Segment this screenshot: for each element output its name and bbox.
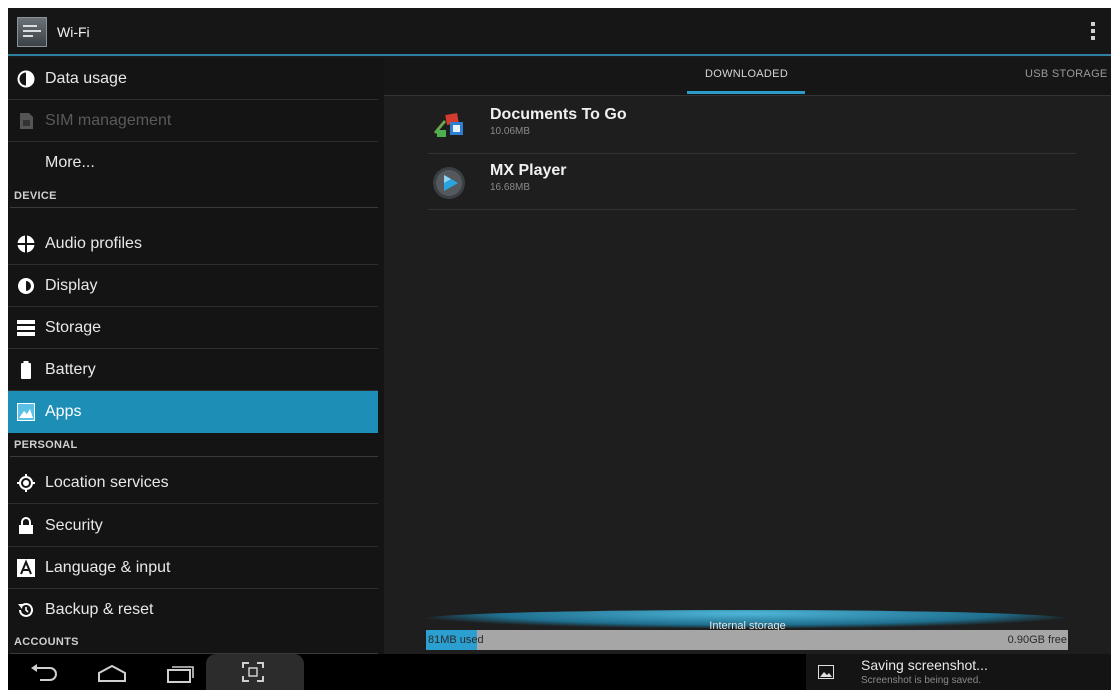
screenshot-notification[interactable]: Saving screenshot... Screenshot is being… (806, 654, 1111, 690)
section-header-label: DEVICE (14, 190, 57, 202)
sidebar-item-sim-management: SIM management (8, 100, 378, 142)
apps-icon (17, 403, 35, 421)
sidebar-item-label: More... (45, 154, 95, 171)
home-icon[interactable] (96, 662, 128, 684)
storage-used-text: 81MB used (428, 634, 484, 646)
app-list-item-mx-player[interactable]: MX Player 16.68MB (428, 154, 1076, 210)
image-icon (818, 665, 834, 679)
settings-sidebar: Data usage SIM management More... DEVICE… (8, 58, 384, 654)
storage-icon (17, 320, 35, 336)
sidebar-item-data-usage[interactable]: Data usage (8, 58, 378, 100)
section-header-device: DEVICE (10, 186, 378, 208)
sidebar-item-label: Location services (45, 474, 169, 491)
sidebar-item-label: Display (45, 277, 98, 294)
section-header-accounts: ACCOUNTS (10, 632, 378, 654)
sidebar-item-label: Data usage (45, 70, 127, 87)
overflow-menu-icon[interactable] (1091, 22, 1095, 42)
app-name: Documents To Go (490, 106, 627, 123)
documents-to-go-icon (434, 113, 463, 137)
screenshot-icon (242, 662, 264, 682)
app-size: 10.06MB (490, 126, 531, 137)
mx-player-icon (433, 167, 465, 199)
tab-usb-storage[interactable]: USB STORAGE (1025, 68, 1108, 80)
settings-app-icon[interactable] (17, 17, 47, 47)
sidebar-item-security[interactable]: Security (8, 505, 378, 547)
storage-usage-bar (426, 630, 1068, 650)
sidebar-item-label: Audio profiles (45, 235, 142, 252)
data-usage-icon (17, 70, 35, 88)
sidebar-item-more[interactable]: More... (8, 142, 378, 184)
sidebar-item-language-input[interactable]: Language & input (8, 547, 378, 589)
app-size: 16.68MB (490, 182, 531, 193)
sidebar-item-label: Apps (45, 403, 82, 420)
sidebar-item-audio-profiles[interactable]: Audio profiles (8, 223, 378, 265)
tab-selected-indicator (687, 91, 805, 94)
sidebar-item-apps[interactable]: Apps (8, 391, 378, 433)
battery-icon (21, 361, 31, 379)
app-list-item-documents-to-go[interactable]: Documents To Go 10.06MB (428, 98, 1076, 154)
sidebar-item-backup-reset[interactable]: Backup & reset (8, 589, 378, 631)
action-bar: Wi-Fi (8, 8, 1111, 56)
system-nav-bar: Saving screenshot... Screenshot is being… (8, 654, 1111, 690)
apps-tab-bar: DOWNLOADED USB STORAGE (384, 58, 1111, 96)
sidebar-item-label: Backup & reset (45, 601, 154, 618)
display-icon (18, 278, 34, 294)
apps-panel: DOWNLOADED USB STORAGE Documents To Go 1… (384, 58, 1111, 654)
back-icon[interactable] (28, 662, 60, 684)
section-header-label: ACCOUNTS (14, 636, 79, 648)
sim-icon (20, 113, 33, 129)
sidebar-item-label: SIM management (45, 112, 172, 129)
app-name: MX Player (490, 162, 567, 179)
sidebar-item-label: Storage (45, 319, 102, 336)
sidebar-item-label: Battery (45, 361, 96, 378)
sidebar-item-label: Language & input (45, 559, 171, 576)
sidebar-item-label: Security (45, 517, 103, 534)
tab-downloaded[interactable]: DOWNLOADED (705, 68, 788, 80)
section-header-personal: PERSONAL (10, 435, 378, 457)
recent-apps-icon[interactable] (162, 662, 194, 684)
notification-subtitle: Screenshot is being saved. (861, 675, 982, 686)
screenshot-button[interactable] (206, 654, 304, 690)
audio-profiles-icon (17, 235, 35, 253)
action-bar-title: Wi-Fi (57, 24, 90, 40)
location-icon (17, 474, 35, 492)
sidebar-item-storage[interactable]: Storage (8, 307, 378, 349)
notification-title: Saving screenshot... (861, 657, 988, 673)
sidebar-item-display[interactable]: Display (8, 265, 378, 307)
backup-reset-icon (18, 602, 33, 617)
lock-icon (19, 517, 33, 534)
storage-free-text: 0.90GB free (1007, 634, 1067, 646)
keyboard-a-icon (17, 559, 35, 577)
sidebar-item-battery[interactable]: Battery (8, 349, 378, 391)
settings-screen: Wi-Fi Data usage SIM management More... … (8, 8, 1111, 690)
sidebar-item-location-services[interactable]: Location services (8, 462, 378, 504)
section-header-label: PERSONAL (14, 439, 78, 451)
